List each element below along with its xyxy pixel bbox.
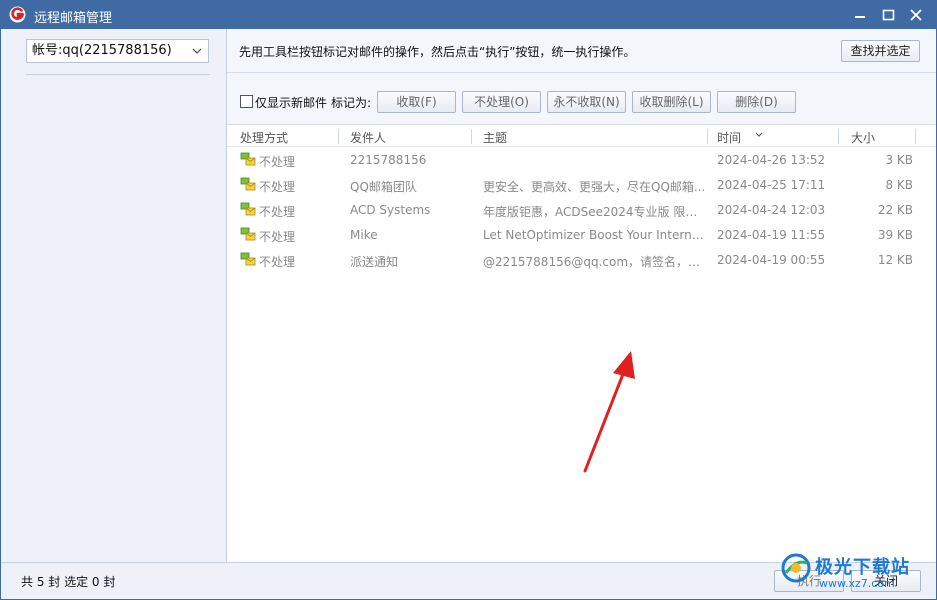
- mail-status-icon: [240, 152, 256, 166]
- mail-time: 2024-04-25 17:11: [717, 178, 826, 192]
- account-dropdown[interactable]: 帐号:qq(2215788156): [26, 39, 209, 63]
- column-header-status[interactable]: 处理方式: [240, 129, 288, 146]
- hint-text: 先用工具栏按钮标记对邮件的操作，然后点击“执行”按钮，统一执行操作。: [239, 45, 636, 59]
- mark-receive-delete-button[interactable]: 收取删除(L): [632, 91, 711, 113]
- main-panel: 先用工具栏按钮标记对邮件的操作，然后点击“执行”按钮，统一执行操作。 查找并选定…: [227, 29, 936, 562]
- mail-size: 8 KB: [885, 178, 913, 192]
- column-divider[interactable]: [471, 129, 472, 144]
- column-header-subject[interactable]: 主题: [483, 129, 507, 146]
- mark-as-label: 标记为:: [331, 96, 372, 110]
- watermark-title: 极光下载站: [815, 557, 910, 578]
- column-header-size[interactable]: 大小: [851, 129, 875, 146]
- mail-size: 3 KB: [885, 153, 913, 167]
- column-header-time[interactable]: 时间: [717, 129, 741, 146]
- mail-sender: 派送通知: [350, 255, 399, 269]
- mail-sender: 2215788156: [350, 153, 427, 167]
- mail-size: 39 KB: [877, 228, 913, 242]
- column-divider[interactable]: [838, 129, 839, 144]
- mail-status-icon: [240, 252, 256, 266]
- maximize-icon[interactable]: [877, 5, 899, 25]
- mail-time: 2024-04-19 11:55: [717, 228, 826, 242]
- sidebar-divider: [26, 74, 210, 75]
- mail-time: 2024-04-24 12:03: [717, 203, 826, 217]
- column-header-sender[interactable]: 发件人: [350, 129, 386, 146]
- show-new-only-label[interactable]: 仅显示新邮件: [255, 94, 327, 111]
- mail-status-icon: [240, 177, 256, 191]
- mail-time: 2024-04-19 00:55: [717, 253, 826, 267]
- mail-subject: 更安全、更高效、更强大，尽在QQ邮箱...: [483, 180, 706, 194]
- mail-row[interactable]: 不处理 QQ邮箱团队 更安全、更高效、更强大，尽在QQ邮箱... 2024-04…: [227, 172, 936, 197]
- mail-status: 不处理: [259, 205, 296, 219]
- account-dropdown-value: 帐号:qq(2215788156): [32, 43, 172, 58]
- mail-size: 12 KB: [877, 253, 913, 267]
- mark-ignore-button[interactable]: 不处理(O): [462, 91, 541, 113]
- column-divider[interactable]: [915, 129, 916, 144]
- mail-status-icon: [240, 227, 256, 241]
- mail-status: 不处理: [259, 255, 296, 269]
- mail-table-header: 处理方式 发件人 主题 时间 大小: [227, 126, 936, 147]
- show-new-only-checkbox[interactable]: [240, 95, 253, 108]
- mail-sender: QQ邮箱团队: [350, 180, 417, 194]
- mail-count-status: 共 5 封 选定 0 封: [21, 575, 116, 589]
- foxmail-logo-icon: [9, 6, 26, 23]
- minimize-icon[interactable]: [849, 5, 871, 25]
- mail-sender: ACD Systems: [350, 203, 431, 217]
- mark-never-receive-button[interactable]: 永不收取(N): [547, 91, 626, 113]
- mark-toolbar: 仅显示新邮件 标记为: 收取(F) 不处理(O) 永不收取(N) 收取删除(L)…: [227, 73, 936, 125]
- remote-mailbox-window: 远程邮箱管理 帐号:qq(2215788156) 先用工具栏按钮标记对邮件的操作…: [0, 0, 937, 600]
- column-divider[interactable]: [338, 129, 339, 144]
- mail-row[interactable]: 不处理 派送通知 @2215788156@qq.com，请签名，你... 202…: [227, 247, 936, 272]
- hint-bar: 先用工具栏按钮标记对邮件的操作，然后点击“执行”按钮，统一执行操作。 查找并选定: [227, 29, 936, 73]
- window-title: 远程邮箱管理: [34, 11, 113, 26]
- mark-delete-button[interactable]: 删除(D): [717, 91, 796, 113]
- watermark-url: www.xz7.com: [819, 577, 895, 590]
- account-sidebar: 帐号:qq(2215788156): [6, 29, 227, 562]
- mail-status: 不处理: [259, 180, 296, 194]
- mail-sender: Mike: [350, 228, 378, 242]
- mail-subject: 年度版钜惠，ACDSee2024专业版 限时...: [483, 205, 707, 219]
- chevron-down-icon: [192, 48, 202, 54]
- mail-row[interactable]: 不处理 ACD Systems 年度版钜惠，ACDSee2024专业版 限时..…: [227, 197, 936, 222]
- site-watermark: 极光下载站 www.xz7.com: [771, 549, 936, 599]
- mail-row[interactable]: 不处理 Mike Let NetOptimizer Boost Your Int…: [227, 222, 936, 247]
- close-icon[interactable]: [905, 5, 927, 25]
- red-annotation-arrow-icon: [583, 351, 635, 473]
- mail-list: 不处理 2215788156 2024-04-26 13:52 3 KB 不处理…: [227, 147, 936, 272]
- mail-status-icon: [240, 202, 256, 216]
- mail-subject: @2215788156@qq.com，请签名，你...: [483, 255, 707, 269]
- sort-descending-icon: [755, 132, 763, 137]
- mail-status: 不处理: [259, 155, 296, 169]
- aurora-logo-icon: [781, 553, 811, 583]
- mail-subject: Let NetOptimizer Boost Your Interne...: [483, 228, 707, 242]
- mail-size: 22 KB: [877, 203, 913, 217]
- title-bar[interactable]: 远程邮箱管理: [1, 1, 936, 29]
- column-divider[interactable]: [707, 129, 708, 144]
- find-and-select-button[interactable]: 查找并选定: [841, 40, 920, 62]
- mark-receive-button[interactable]: 收取(F): [377, 91, 456, 113]
- mail-status: 不处理: [259, 230, 296, 244]
- mail-row[interactable]: 不处理 2215788156 2024-04-26 13:52 3 KB: [227, 147, 936, 172]
- mail-time: 2024-04-26 13:52: [717, 153, 826, 167]
